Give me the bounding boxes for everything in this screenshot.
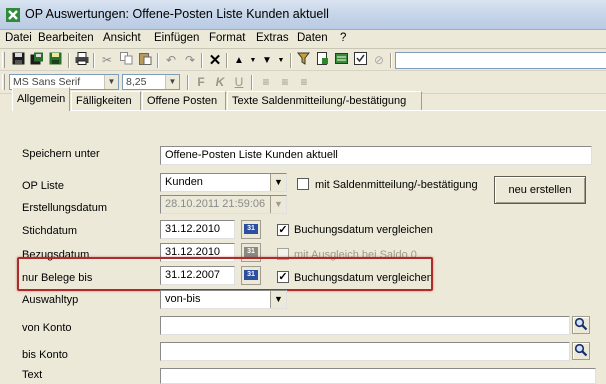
save-all-icon[interactable]: [47, 52, 65, 69]
filter-icon[interactable]: [294, 52, 312, 69]
bold-button[interactable]: F: [192, 74, 210, 91]
toolbar-grip[interactable]: [2, 74, 5, 90]
stichdatum-calendar-icon[interactable]: 31: [241, 220, 261, 239]
menu-einfuegen[interactable]: Einfügen: [154, 32, 199, 44]
list-icon[interactable]: [332, 52, 350, 69]
highlight-box: [17, 257, 433, 291]
undo-icon[interactable]: ↶: [162, 52, 180, 69]
toolbar-separator: [187, 75, 189, 90]
dropdown-icon[interactable]: ▼: [272, 52, 290, 69]
toolbar-separator: [93, 53, 95, 68]
italic-button[interactable]: K: [211, 74, 229, 91]
save-icon[interactable]: [9, 52, 27, 69]
chevron-down-icon[interactable]: ▼: [165, 75, 179, 89]
saldenmitteilung-checkbox[interactable]: [297, 178, 309, 190]
font-size-select[interactable]: 8,25 ▼: [122, 74, 180, 90]
tab-divider: [12, 110, 606, 111]
auswahltyp-value: von-bis: [165, 293, 201, 305]
toolbar-separator: [290, 53, 292, 68]
toolbar-separator: [201, 53, 203, 68]
von-konto-label: von Konto: [22, 322, 72, 334]
menu-extras[interactable]: Extras: [256, 32, 289, 44]
copy-icon[interactable]: [117, 52, 135, 69]
neu-erstellen-button[interactable]: neu erstellen: [494, 176, 586, 204]
font-size-value: 8,25: [126, 76, 147, 88]
toolbar-separator: [390, 53, 392, 68]
toolbar-grip[interactable]: [2, 52, 5, 68]
bis-konto-input[interactable]: [160, 342, 570, 361]
saldenmitteilung-label: mit Saldenmitteilung/-bestätigung: [315, 179, 478, 191]
toolbar-separator: [226, 53, 228, 68]
op-liste-value: Kunden: [165, 176, 203, 188]
op-liste-label: OP Liste: [22, 180, 64, 192]
erstellungsdatum-value: 28.10.2011 21:59:06: [165, 198, 266, 210]
toolbar-separator: [157, 53, 159, 68]
erstellungsdatum-select[interactable]: 28.10.2011 21:59:06 ▼: [160, 195, 287, 214]
tab-texte-saldenmitteilung[interactable]: Texte Saldenmitteilung/-bestätigung: [227, 91, 422, 110]
buchungsdatum-label-1: Buchungsdatum vergleichen: [294, 224, 433, 236]
bis-konto-label: bis Konto: [22, 349, 68, 361]
underline-button[interactable]: U: [230, 74, 248, 91]
buchungsdatum-checkbox-1[interactable]: ✓: [277, 224, 289, 236]
menu-daten[interactable]: Daten: [297, 32, 328, 44]
menu-datei[interactable]: Datei: [5, 32, 32, 44]
speichern-label: Speichern unter: [22, 148, 100, 160]
align-left-icon[interactable]: ≡: [257, 74, 275, 91]
chevron-down-icon[interactable]: ▼: [104, 75, 118, 89]
calendar-glyph: 31: [244, 224, 258, 235]
chevron-down-icon[interactable]: ▼: [270, 196, 286, 213]
speichern-unter-input[interactable]: Offene-Posten Liste Kunden aktuell: [160, 146, 592, 165]
paste-icon[interactable]: [136, 52, 154, 69]
von-konto-input[interactable]: [160, 316, 570, 335]
search-icon[interactable]: [572, 342, 590, 360]
save-as-icon[interactable]: [28, 52, 46, 69]
checklist-icon[interactable]: [351, 52, 369, 69]
align-right-icon[interactable]: ≡: [295, 74, 313, 91]
tab-allgemein[interactable]: Allgemein: [12, 87, 70, 111]
align-center-icon[interactable]: ≡: [276, 74, 294, 91]
toolbar-separator: [68, 53, 70, 68]
chevron-down-icon[interactable]: ▼: [270, 174, 286, 191]
auswahltyp-label: Auswahltyp: [22, 294, 79, 306]
menu-bearbeiten[interactable]: Bearbeiten: [38, 32, 94, 44]
menu-ansicht[interactable]: Ansicht: [103, 32, 141, 44]
redo-icon[interactable]: ↷: [181, 52, 199, 69]
toolbar-separator: [251, 75, 253, 90]
text-input[interactable]: [160, 368, 596, 384]
cut-icon[interactable]: ✂: [98, 52, 116, 69]
toolbar-input[interactable]: [395, 52, 606, 69]
menu-help[interactable]: ?: [340, 32, 346, 44]
menu-bar: Datei Bearbeiten Ansicht Einfügen Format…: [0, 30, 606, 49]
disabled-icon[interactable]: ⊘: [370, 52, 388, 69]
delete-icon[interactable]: ✕: [206, 52, 224, 69]
tab-offene-posten[interactable]: Offene Posten: [142, 91, 226, 110]
stichdatum-input[interactable]: 31.12.2010: [160, 220, 235, 239]
document-icon[interactable]: [313, 52, 331, 69]
menu-format[interactable]: Format: [209, 32, 245, 44]
auswahltyp-select[interactable]: von-bis ▼: [160, 290, 287, 309]
standard-toolbar: ✂ ↶ ↷ ✕ ▲ ▼ ▼ ▼ ⊘: [0, 50, 606, 71]
text-label: Text: [22, 369, 43, 381]
title-bar: OP Auswertungen: Offene-Posten Liste Kun…: [0, 0, 606, 30]
app-icon: [6, 8, 20, 22]
stichdatum-label: Stichdatum: [22, 225, 78, 237]
window-title: OP Auswertungen: Offene-Posten Liste Kun…: [25, 7, 329, 21]
search-icon[interactable]: [572, 316, 590, 334]
chevron-down-icon[interactable]: ▼: [270, 291, 286, 308]
op-liste-select[interactable]: Kunden ▼: [160, 173, 287, 192]
print-icon[interactable]: [73, 52, 91, 69]
calendar-glyph: 31: [244, 247, 258, 258]
tab-faelligkeiten[interactable]: Fälligkeiten: [71, 91, 141, 110]
erstellungsdatum-label: Erstellungsdatum: [22, 202, 107, 214]
